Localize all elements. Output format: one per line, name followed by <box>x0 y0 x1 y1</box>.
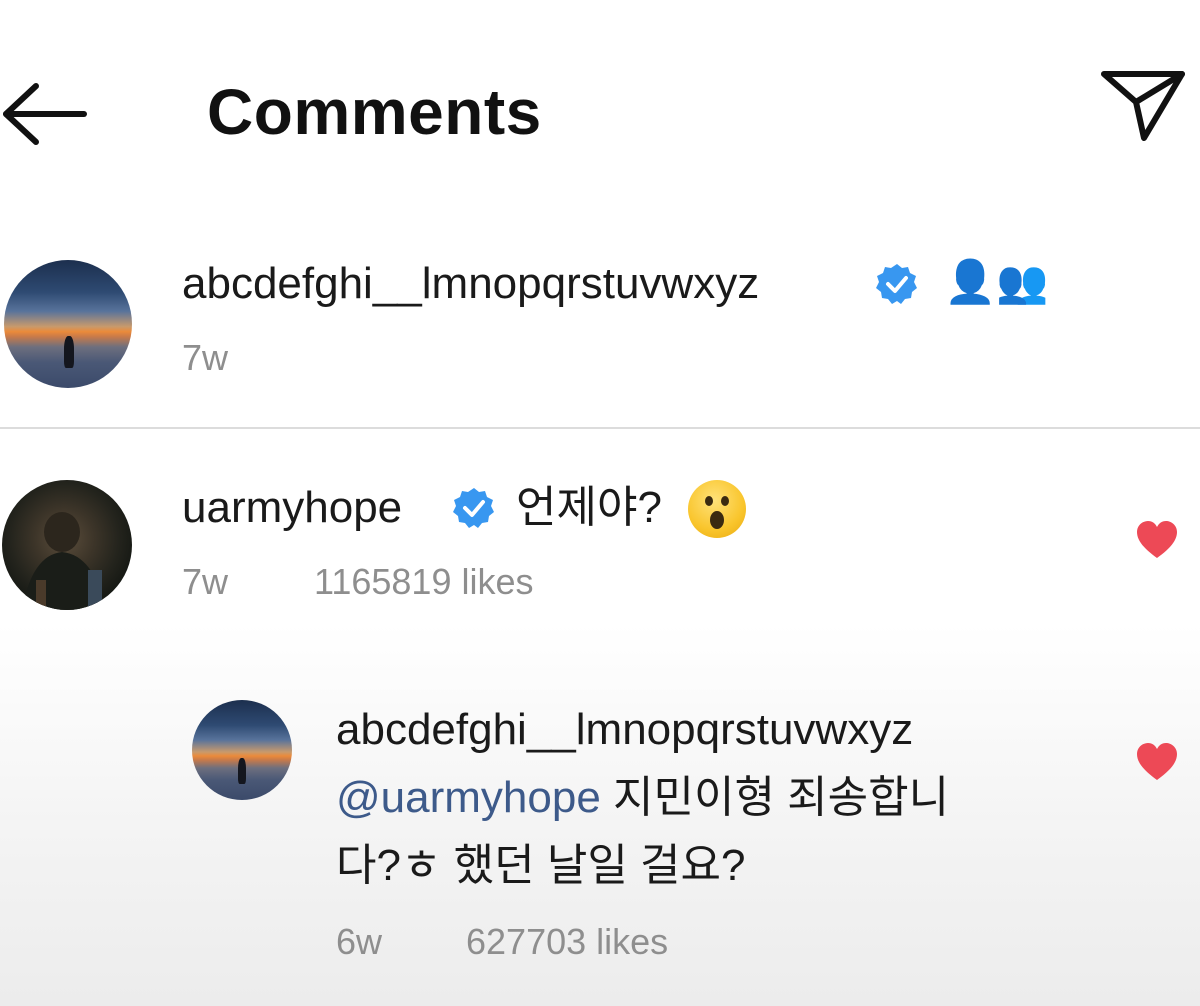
emoji-eye <box>705 496 713 506</box>
reply-item: abcdefghi__lmnopqrstuvwxyz @uarmyhope 지민… <box>0 690 1200 990</box>
reply-text-line1: @uarmyhope 지민이형 죄송합니 <box>336 772 949 824</box>
astonished-emoji-icon <box>688 480 746 538</box>
comment-item: uarmyhope 언제야? 7w 1165819 likes <box>0 460 1200 650</box>
share-button[interactable] <box>1100 68 1186 144</box>
caption-time: 7w <box>182 337 229 378</box>
comment-text: 언제야? <box>516 483 662 532</box>
back-button[interactable] <box>0 78 90 148</box>
comment-likes[interactable]: 1165819 likes <box>314 560 534 604</box>
avatar[interactable] <box>192 700 292 800</box>
avatar-figure <box>64 336 74 368</box>
reply-mention[interactable]: @uarmyhope <box>336 773 601 822</box>
caption-username[interactable]: abcdefghi__lmnopqrstuvwxyz <box>182 258 759 310</box>
paper-plane-icon <box>1101 71 1185 141</box>
caption-item: abcdefghi__lmnopqrstuvwxyz 👤👥 7w <box>0 240 1200 420</box>
heart-icon[interactable] <box>1135 520 1179 560</box>
reply-text: 지민이형 죄송합니 <box>613 773 950 822</box>
caption-emoji: 👤👥 <box>944 258 1049 305</box>
comment-username[interactable]: uarmyhope <box>182 482 402 534</box>
avatar-photo <box>22 512 106 610</box>
divider <box>0 427 1200 429</box>
reply-text-line2: 다?ㅎ 했던 날일 걸요? <box>336 841 746 890</box>
emoji-eye <box>721 496 729 506</box>
reply-username[interactable]: abcdefghi__lmnopqrstuvwxyz <box>336 704 913 756</box>
verified-badge-icon <box>876 264 917 304</box>
avatar[interactable] <box>2 480 132 610</box>
reply-likes[interactable]: 627703 likes <box>466 920 668 964</box>
verified-badge-icon <box>453 488 494 528</box>
emoji-mouth <box>710 511 724 529</box>
heart-icon[interactable] <box>1135 742 1179 782</box>
avatar[interactable] <box>4 260 132 388</box>
page-title: Comments <box>207 76 542 148</box>
avatar-figure <box>238 758 246 784</box>
arrow-left-icon <box>3 83 87 145</box>
header-bar: Comments <box>0 0 1200 200</box>
comment-time: 7w <box>182 561 229 602</box>
reply-time: 6w <box>336 921 383 962</box>
